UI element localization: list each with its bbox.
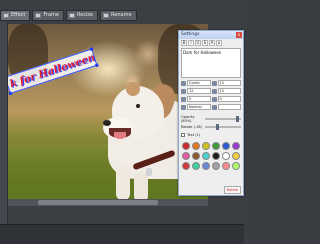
line-height-icon (211, 88, 217, 94)
opacity-label: Opacity (85%) (181, 115, 195, 123)
align-field[interactable] (217, 104, 241, 110)
size-icon (211, 80, 217, 86)
left-side-strip (0, 22, 8, 224)
frame-label: Frame (43, 12, 59, 18)
resize-label: Resize (76, 12, 94, 18)
color-swatch[interactable] (202, 162, 210, 170)
effect-button[interactable]: Effect (0, 10, 31, 21)
underline-button[interactable]: U (195, 40, 201, 46)
color-swatch[interactable] (212, 142, 220, 150)
shadow-row: Text (1) (179, 131, 243, 139)
rename-icon (103, 13, 110, 18)
color-swatch[interactable] (182, 162, 190, 170)
settings-panel: Settings x B I U S A a Dark for Hallowee… (178, 30, 244, 196)
color-swatch[interactable] (192, 152, 200, 160)
horizontal-scrollbar[interactable] (8, 199, 208, 206)
bottom-filmstrip-bar (0, 224, 244, 244)
dog-nose (103, 120, 111, 126)
dog-leg (134, 172, 148, 199)
color-swatch[interactable] (222, 152, 230, 160)
dog-tag (146, 168, 152, 176)
delete-button[interactable]: Delete (223, 186, 241, 194)
font-style-select[interactable]: Normal (187, 104, 211, 110)
color-swatch[interactable] (192, 142, 200, 150)
rename-button[interactable]: Rename (100, 10, 137, 21)
offset-x-icon (181, 96, 186, 102)
bold-button[interactable]: B (181, 40, 187, 46)
spacing-icon (181, 88, 186, 94)
text-input[interactable]: Dark for Halloween (181, 48, 241, 78)
shadow-checkbox[interactable] (181, 133, 185, 137)
color-swatch[interactable] (232, 162, 240, 170)
style-row: Normal (179, 103, 243, 111)
panel-title: Settings x (179, 31, 243, 39)
font-icon (181, 80, 186, 86)
color-swatch[interactable] (212, 152, 220, 160)
dog-eye (136, 104, 140, 108)
dog-leg (116, 164, 130, 199)
frame-button[interactable]: Frame (32, 10, 64, 21)
style-icon (181, 104, 186, 110)
uppercase-button[interactable]: A (209, 40, 215, 46)
top-toolbar: Effect Frame Resize Rename (0, 10, 244, 21)
rotate-slider[interactable] (205, 124, 241, 130)
close-icon: x (237, 32, 241, 37)
offset-x-field[interactable]: 0 (187, 96, 211, 102)
resize-handle[interactable] (94, 63, 99, 68)
panel-footer: Delete (179, 185, 243, 195)
scrollbar-thumb[interactable] (38, 200, 158, 205)
panel-title-text: Settings (181, 32, 200, 37)
align-icon (211, 104, 217, 110)
rotate-slider-knob[interactable] (215, 124, 219, 130)
offset-y-field[interactable]: 0 (217, 96, 241, 102)
font-family-select[interactable]: Comic (187, 80, 211, 86)
font-row: Comic 12 (179, 79, 243, 87)
color-swatch[interactable] (192, 162, 200, 170)
opacity-row: Opacity (85%) (179, 115, 243, 123)
rotate-label: Rotate (-18) (181, 125, 203, 129)
resize-button[interactable]: Resize (65, 10, 99, 21)
lowercase-button[interactable]: a (216, 40, 222, 46)
font-size-field[interactable]: 12 (217, 80, 241, 86)
rotate-row: Rotate (-18) (179, 123, 243, 131)
strike-button[interactable]: S (202, 40, 208, 46)
color-swatch[interactable] (202, 152, 210, 160)
offset-row: 0 0 (179, 95, 243, 103)
format-toolbar: B I U S A a (179, 39, 243, 47)
color-swatch[interactable] (202, 142, 210, 150)
letter-spacing-field[interactable]: 12 (187, 88, 211, 94)
color-swatch[interactable] (182, 142, 190, 150)
line-height-field[interactable]: 12 (217, 88, 241, 94)
color-swatch[interactable] (212, 162, 220, 170)
resize-handle[interactable] (8, 91, 13, 96)
effect-label: Effect (11, 12, 26, 18)
photo-editor-window: Effect Frame Resize Rename k for Hallowe… (0, 0, 244, 244)
effect-icon (3, 13, 9, 18)
resize-icon (68, 13, 75, 18)
spacing-row: 12 12 (179, 87, 243, 95)
color-swatches (179, 139, 243, 173)
rename-label: Rename (111, 12, 132, 18)
resize-handle[interactable] (89, 47, 94, 51)
color-swatch[interactable] (222, 162, 230, 170)
color-swatch[interactable] (182, 152, 190, 160)
opacity-slider[interactable] (205, 116, 241, 122)
dog-ear (126, 82, 140, 96)
color-swatch[interactable] (232, 142, 240, 150)
close-button[interactable]: x (236, 32, 242, 38)
opacity-slider-knob[interactable] (235, 116, 239, 122)
shadow-label: Text (1) (187, 133, 201, 137)
frame-icon (35, 13, 42, 18)
color-swatch[interactable] (222, 142, 230, 150)
dog-tongue (114, 132, 126, 139)
italic-button[interactable]: I (188, 40, 194, 46)
color-swatch[interactable] (232, 152, 240, 160)
offset-y-icon (211, 96, 217, 102)
